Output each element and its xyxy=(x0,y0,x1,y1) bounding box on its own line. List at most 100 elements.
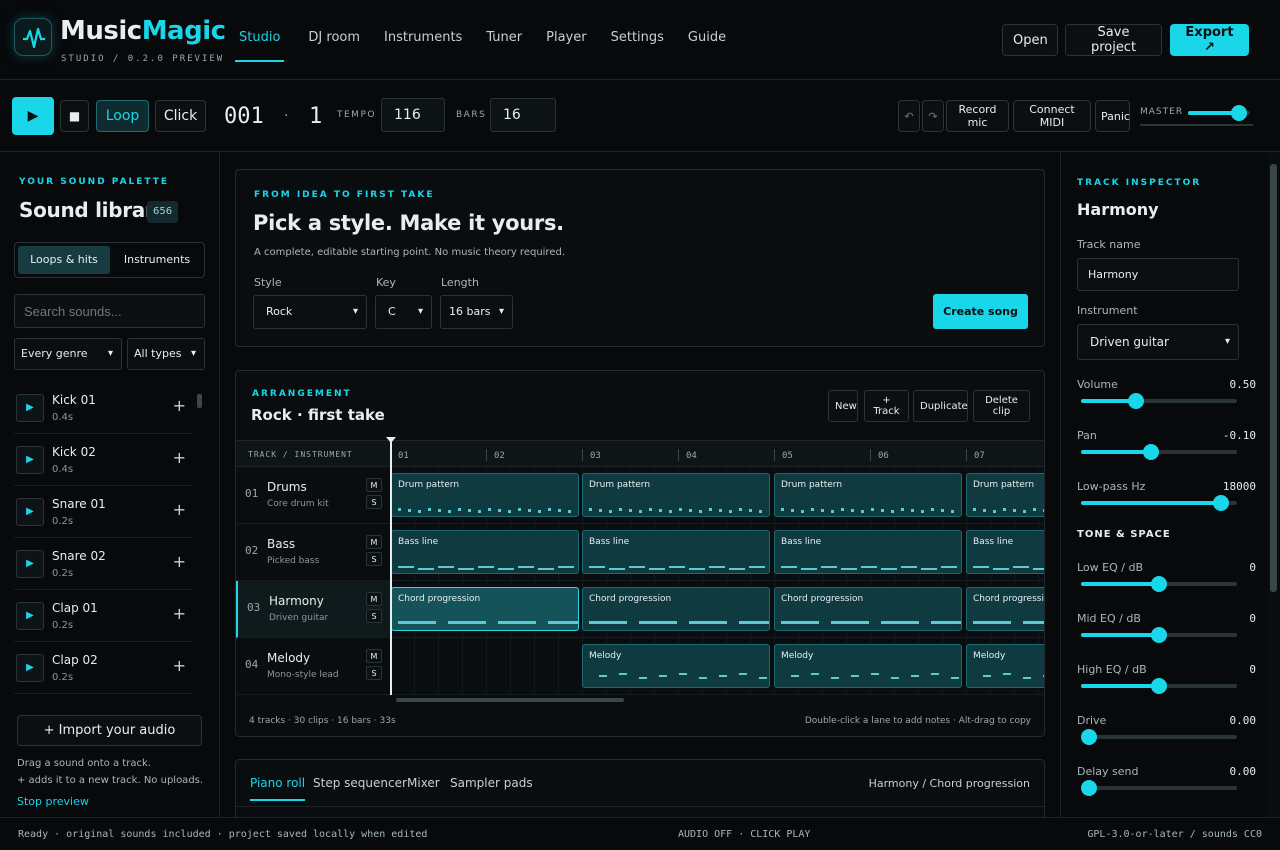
tab-instruments[interactable]: Instruments xyxy=(111,246,203,274)
tab-mixer[interactable]: Mixer xyxy=(407,776,440,790)
nav-studio[interactable]: Studio xyxy=(235,30,285,62)
play-button[interactable]: ▶ xyxy=(12,97,54,135)
tab-piano-roll[interactable]: Piano roll xyxy=(250,776,306,801)
click-toggle[interactable]: Click xyxy=(155,100,206,132)
clip[interactable]: Chord progression xyxy=(966,587,1044,631)
length-select[interactable]: 16 bars ▾ xyxy=(440,295,513,329)
track-row-bass[interactable]: 02 Bass Picked bass M S xyxy=(236,524,390,581)
loop-toggle[interactable]: Loop xyxy=(96,100,149,132)
play-preview-icon[interactable]: ▶ xyxy=(16,654,44,682)
play-preview-icon[interactable]: ▶ xyxy=(16,550,44,578)
param-slider[interactable] xyxy=(1081,627,1237,643)
clip[interactable]: Melody xyxy=(774,644,962,688)
add-track-button[interactable]: + Track xyxy=(864,390,909,422)
import-audio-button[interactable]: + Import your audio xyxy=(17,715,202,746)
clip[interactable]: Chord progression xyxy=(391,587,579,631)
sound-item[interactable]: ▶ Clap 01 0.2s + xyxy=(14,590,192,642)
play-preview-icon[interactable]: ▶ xyxy=(16,498,44,526)
solo-button[interactable]: S xyxy=(366,495,382,509)
page-scrollbar[interactable] xyxy=(1267,152,1280,817)
genre-select[interactable]: Every genre ▾ xyxy=(14,338,122,370)
slider-knob[interactable] xyxy=(1080,729,1097,745)
clip[interactable]: Melody xyxy=(966,644,1044,688)
key-select[interactable]: C ▾ xyxy=(375,295,432,329)
sound-item[interactable]: ▶ Snare 02 0.2s + xyxy=(14,538,192,590)
sound-item[interactable]: ▶ Kick 02 0.4s + xyxy=(14,434,192,486)
nav-guide[interactable]: Guide xyxy=(676,30,738,62)
slider-knob[interactable] xyxy=(1151,576,1167,592)
create-song-button[interactable]: Create song xyxy=(933,294,1028,329)
param-slider[interactable] xyxy=(1081,495,1237,511)
play-preview-icon[interactable]: ▶ xyxy=(16,446,44,474)
slider-knob[interactable] xyxy=(1143,444,1160,460)
tab-step-sequencer[interactable]: Step sequencer xyxy=(313,776,407,790)
clip[interactable]: Chord progression xyxy=(774,587,962,631)
clip[interactable]: Bass line xyxy=(774,530,962,574)
type-select[interactable]: All types ▾ xyxy=(127,338,205,370)
clip[interactable]: Drum pattern xyxy=(391,473,579,517)
save-project-button[interactable]: Save project xyxy=(1065,24,1162,56)
add-sound-icon[interactable]: + xyxy=(173,604,186,623)
instrument-select[interactable]: Driven guitar ▾ xyxy=(1077,324,1239,360)
nav-tuner[interactable]: Tuner xyxy=(474,30,534,62)
slider-knob[interactable] xyxy=(1080,780,1097,796)
clip[interactable]: Drum pattern xyxy=(966,473,1044,517)
nav-instruments[interactable]: Instruments xyxy=(372,30,474,62)
add-sound-icon[interactable]: + xyxy=(173,656,186,675)
style-select[interactable]: Rock ▾ xyxy=(253,295,367,329)
mute-button[interactable]: M xyxy=(366,592,382,606)
undo-button[interactable]: ↶ xyxy=(898,100,920,132)
param-slider[interactable] xyxy=(1080,729,1237,745)
nav-settings[interactable]: Settings xyxy=(599,30,676,62)
sound-item[interactable]: ▶ Clap 02 0.2s + xyxy=(14,642,192,694)
clip[interactable]: Drum pattern xyxy=(582,473,770,517)
solo-button[interactable]: S xyxy=(366,552,382,566)
clip[interactable]: Melody xyxy=(582,644,770,688)
search-sounds-input[interactable] xyxy=(14,294,205,328)
mute-button[interactable]: M xyxy=(366,535,382,549)
connect-midi-button[interactable]: Connect MIDI xyxy=(1013,100,1091,132)
add-sound-icon[interactable]: + xyxy=(173,448,186,467)
export-button[interactable]: Export ↗ xyxy=(1170,24,1249,56)
timeline-scrollbar[interactable] xyxy=(390,697,1044,703)
track-row-melody[interactable]: 04 Melody Mono-style lead M S xyxy=(236,638,390,695)
clip[interactable]: Drum pattern xyxy=(774,473,962,517)
sound-list-scrollbar[interactable] xyxy=(197,386,202,694)
slider-knob[interactable] xyxy=(1151,678,1167,694)
mute-button[interactable]: M xyxy=(366,649,382,663)
bars-input[interactable]: 16 xyxy=(490,98,556,132)
nav-player[interactable]: Player xyxy=(534,30,598,62)
stop-button[interactable]: ■ xyxy=(60,100,89,132)
param-slider[interactable] xyxy=(1081,444,1237,460)
open-button[interactable]: Open xyxy=(1002,24,1058,56)
slider-knob[interactable] xyxy=(1127,393,1144,409)
param-slider[interactable] xyxy=(1081,393,1237,409)
stop-preview-link[interactable]: Stop preview xyxy=(17,795,89,808)
play-preview-icon[interactable]: ▶ xyxy=(16,394,44,422)
param-slider[interactable] xyxy=(1080,780,1237,796)
mute-button[interactable]: M xyxy=(366,478,382,492)
master-volume-slider[interactable] xyxy=(1188,105,1250,121)
slider-knob[interactable] xyxy=(1151,627,1167,643)
playhead[interactable] xyxy=(390,440,392,695)
add-sound-icon[interactable]: + xyxy=(173,552,186,571)
play-preview-icon[interactable]: ▶ xyxy=(16,602,44,630)
record-mic-button[interactable]: Record mic xyxy=(946,100,1009,132)
track-name-input[interactable]: Harmony xyxy=(1077,258,1239,291)
tab-loops-hits[interactable]: Loops & hits xyxy=(18,246,110,274)
param-slider[interactable] xyxy=(1081,678,1237,694)
track-row-harmony[interactable]: 03 Harmony Driven guitar M S xyxy=(236,581,390,638)
clip[interactable]: Bass line xyxy=(582,530,770,574)
tempo-input[interactable]: 116 xyxy=(381,98,445,132)
solo-button[interactable]: S xyxy=(366,666,382,680)
track-row-drums[interactable]: 01 Drums Core drum kit M S xyxy=(236,467,390,524)
add-sound-icon[interactable]: + xyxy=(173,500,186,519)
duplicate-button[interactable]: Duplicate xyxy=(913,390,968,422)
sound-item[interactable]: ▶ Snare 01 0.2s + xyxy=(14,486,192,538)
delete-clip-button[interactable]: Delete clip xyxy=(973,390,1030,422)
sound-item[interactable]: ▶ Kick 01 0.4s + xyxy=(14,382,192,434)
redo-button[interactable]: ↷ xyxy=(922,100,944,132)
param-slider[interactable] xyxy=(1081,576,1237,592)
clip[interactable]: Bass line xyxy=(391,530,579,574)
clip[interactable]: Bass line xyxy=(966,530,1044,574)
